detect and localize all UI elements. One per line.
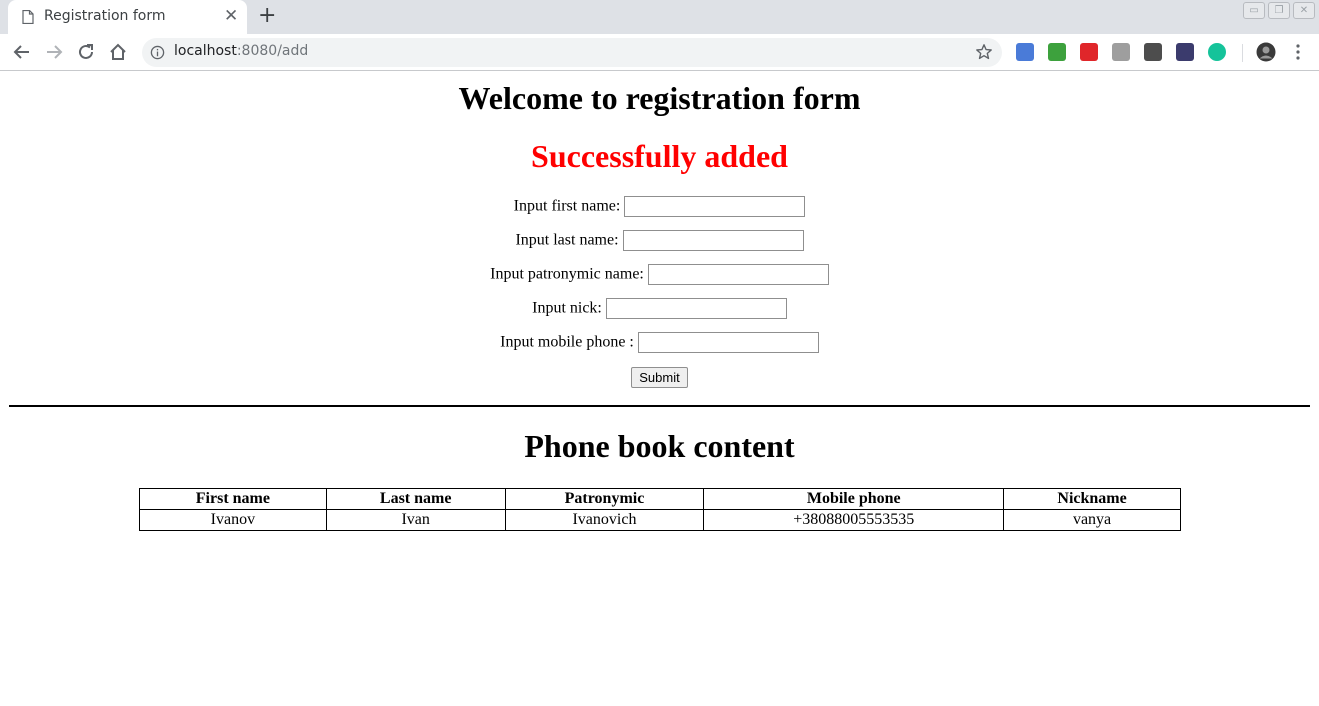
mobile-label: Input mobile phone : bbox=[500, 333, 634, 351]
download-green-extension-icon[interactable] bbox=[1048, 43, 1066, 61]
cell-last-name: Ivan bbox=[325, 509, 506, 531]
section-divider bbox=[9, 405, 1310, 407]
column-header-nickname: Nickname bbox=[1003, 488, 1181, 510]
tab-close-icon[interactable]: ✕ bbox=[224, 6, 238, 26]
document-icon bbox=[22, 10, 34, 24]
last-name-label: Input last name: bbox=[515, 231, 619, 249]
browser-toolbar: localhost:8080/add bbox=[0, 34, 1319, 71]
column-header-patronymic: Patronymic bbox=[504, 488, 705, 510]
phonebook-heading: Phone book content bbox=[524, 428, 795, 464]
last-name-row: Input last name: bbox=[0, 230, 1319, 252]
user-extension-icon[interactable] bbox=[1112, 43, 1130, 61]
success-message: Successfully added bbox=[531, 138, 788, 174]
first-name-row: Input first name: bbox=[0, 196, 1319, 218]
forward-arrow-icon[interactable] bbox=[44, 42, 64, 62]
page-content: Welcome to registration form Successfull… bbox=[0, 72, 1319, 706]
patronymic-label: Input patronymic name: bbox=[490, 265, 644, 283]
url-path: :8080/add bbox=[236, 43, 309, 59]
table-row: Ivanov Ivan Ivanovich +38088005553535 va… bbox=[139, 509, 1181, 531]
address-bar[interactable]: localhost:8080/add bbox=[142, 38, 1002, 67]
home-icon[interactable] bbox=[108, 42, 128, 62]
grammarly-extension-icon[interactable] bbox=[1208, 43, 1226, 61]
download-extension-icon[interactable] bbox=[1144, 43, 1162, 61]
patronymic-input[interactable] bbox=[647, 264, 829, 285]
kebab-menu-icon[interactable] bbox=[1289, 43, 1307, 61]
cell-nickname: vanya bbox=[1003, 509, 1181, 531]
profile-avatar-icon[interactable] bbox=[1256, 42, 1276, 62]
column-header-last-name: Last name bbox=[325, 488, 506, 510]
star-icon[interactable] bbox=[975, 43, 993, 61]
tab-strip: Registration form ✕ + ▭ ❐ ✕ bbox=[0, 0, 1319, 34]
cell-patronymic: Ivanovich bbox=[504, 509, 705, 531]
phonebook-table: First name Last name Patronymic Mobile p… bbox=[139, 488, 1181, 531]
cell-first-name: Ivanov bbox=[139, 509, 327, 531]
tab-registration-form[interactable]: Registration form ✕ bbox=[8, 0, 247, 34]
last-name-input[interactable] bbox=[622, 230, 804, 251]
patronymic-row: Input patronymic name: bbox=[0, 264, 1319, 286]
first-name-label: Input first name: bbox=[513, 197, 621, 215]
submit-button[interactable]: Submit bbox=[631, 367, 688, 388]
adblock-extension-icon[interactable] bbox=[1080, 43, 1098, 61]
table-header-row: First name Last name Patronymic Mobile p… bbox=[139, 488, 1181, 510]
minimize-button[interactable]: ▭ bbox=[1243, 2, 1265, 19]
tab-title: Registration form bbox=[44, 8, 166, 24]
url-text[interactable]: localhost:8080/add bbox=[174, 43, 308, 59]
close-window-button[interactable]: ✕ bbox=[1293, 2, 1315, 19]
nick-row: Input nick: bbox=[0, 298, 1319, 320]
url-host: localhost bbox=[174, 43, 237, 59]
back-arrow-icon[interactable] bbox=[12, 42, 32, 62]
column-header-mobile-phone: Mobile phone bbox=[703, 488, 1005, 510]
page-title: Welcome to registration form bbox=[458, 80, 861, 116]
window-controls: ▭ ❐ ✕ bbox=[1243, 2, 1315, 19]
reload-icon[interactable] bbox=[76, 42, 96, 62]
nick-label: Input nick: bbox=[532, 299, 602, 317]
toolbar-separator bbox=[1242, 44, 1243, 62]
shield-extension-icon[interactable] bbox=[1176, 43, 1194, 61]
first-name-input[interactable] bbox=[624, 196, 806, 217]
new-tab-button[interactable]: + bbox=[258, 3, 276, 29]
info-icon[interactable] bbox=[150, 45, 165, 60]
nick-input[interactable] bbox=[605, 298, 787, 319]
mobile-input[interactable] bbox=[637, 332, 819, 353]
mobile-row: Input mobile phone : bbox=[0, 332, 1319, 354]
translate-extension-icon[interactable] bbox=[1016, 43, 1034, 61]
cell-mobile-phone: +38088005553535 bbox=[703, 509, 1005, 531]
column-header-first-name: First name bbox=[139, 488, 327, 510]
restore-button[interactable]: ❐ bbox=[1268, 2, 1290, 19]
